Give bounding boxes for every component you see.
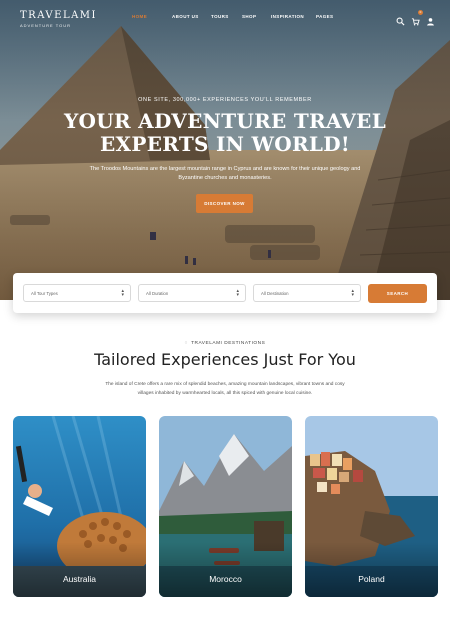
select-arrows-icon: ▴ ▾ [236, 288, 239, 298]
cart-icon[interactable]: 0 [411, 10, 423, 26]
destination-select[interactable]: All Destination ▴ ▾ [253, 284, 361, 302]
logo-title: TRAVELAMI [20, 10, 97, 21]
destinations-title: Tailored Experiences Just For You [94, 350, 356, 369]
destinations-eyebrow: ○ TRAVELAMI DESTINATIONS [0, 341, 450, 346]
cart-count-badge: 0 [418, 10, 423, 15]
menu-item-shop[interactable]: SHOP [242, 14, 271, 19]
logo-tagline: ADVENTURE TOUR [20, 23, 71, 28]
menu-item-home[interactable]: HOME [132, 14, 172, 19]
menu-item-about-us[interactable]: ABOUT US [172, 14, 211, 19]
hero-title: YOUR ADVENTURE TRAVEL EXPERTS IN WORLD! [63, 109, 387, 156]
circle-icon: ○ [184, 341, 189, 346]
menu-item-inspiration[interactable]: INSPIRATION [271, 14, 316, 19]
nav-icons: 0 [396, 10, 435, 26]
tour-search-bar: All Tour Types ▴ ▾ All Duration ▴ ▾ All De… [13, 273, 437, 313]
card-gradient [159, 542, 292, 597]
main-menu: HOME ABOUT US TOURS SHOP INSPIRATION PAG… [132, 14, 333, 19]
destination-placeholder: All Destination [261, 290, 289, 296]
search-button[interactable]: SEARCH [368, 284, 427, 303]
menu-item-tours[interactable]: TOURS [211, 14, 242, 19]
card-label: Poland [358, 574, 385, 584]
destination-card-morocco[interactable]: Morocco [159, 416, 292, 597]
card-label: Australia [62, 574, 97, 584]
destination-card-australia[interactable]: Australia [13, 416, 146, 597]
hero-eyebrow: ONE SITE, 300,000+ EXPERIENCES YOU'LL RE… [138, 97, 312, 103]
select-arrows-icon: ▴ ▾ [351, 288, 354, 298]
user-icon[interactable] [426, 13, 435, 26]
card-gradient [13, 542, 146, 597]
hero-section: TRAVELAMI ADVENTURE TOUR HOME ABOUT US T… [0, 0, 450, 300]
duration-select[interactable]: All Duration ▴ ▾ [138, 284, 246, 302]
logo[interactable]: TRAVELAMI ADVENTURE TOUR [20, 10, 97, 28]
tour-type-select[interactable]: All Tour Types ▴ ▾ [23, 284, 131, 302]
discover-now-button[interactable]: DISCOVER NOW [196, 194, 253, 213]
hero-description: The Troodos Mountains are the largest mo… [89, 166, 361, 181]
destinations-description: The island of Crete offers a rare mix of… [105, 382, 345, 396]
duration-placeholder: All Duration [146, 290, 169, 296]
search-icon[interactable] [396, 13, 405, 26]
card-label: Morocco [209, 574, 242, 584]
destinations-eyebrow-text: TRAVELAMI DESTINATIONS [191, 341, 266, 346]
menu-item-pages[interactable]: PAGES [316, 14, 333, 19]
tour-type-placeholder: All Tour Types [31, 290, 58, 296]
destination-card-poland[interactable]: Poland [305, 416, 438, 597]
top-navigation: TRAVELAMI ADVENTURE TOUR HOME ABOUT US T… [0, 0, 450, 36]
select-arrows-icon: ▴ ▾ [121, 288, 124, 298]
card-gradient [305, 542, 438, 597]
